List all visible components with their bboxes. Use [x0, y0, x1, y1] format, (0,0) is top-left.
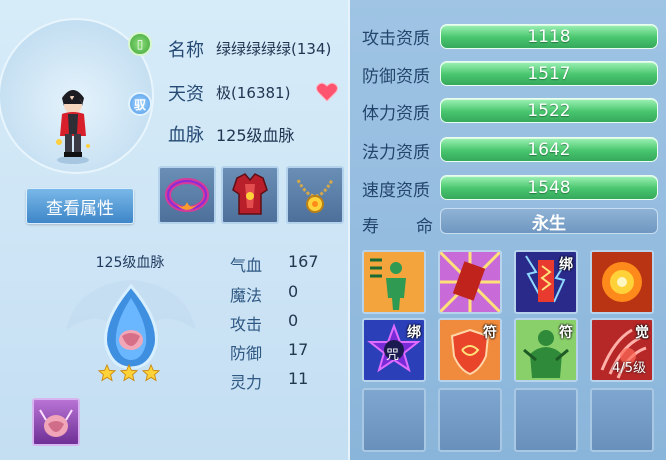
skill-slot-1[interactable]	[362, 250, 426, 314]
defense-aptitude-label: 防御资质	[362, 67, 430, 87]
ride-badge-icon[interactable]: 驭	[128, 92, 152, 116]
fire-vortex-skill-icon	[592, 252, 652, 312]
skill-bind-tag: 绑	[407, 325, 421, 341]
skill-rune-tag: 符	[483, 325, 497, 341]
skill-slot-5[interactable]: 咒 绑	[362, 318, 426, 382]
talent-value: 极(16381)	[216, 84, 291, 102]
stat-spirit-label: 灵力	[230, 373, 263, 392]
skill-slot-7[interactable]: 符	[514, 318, 578, 382]
stamina-aptitude-label: 体力资质	[362, 104, 430, 124]
collar-icon	[165, 178, 209, 212]
star-icon	[142, 364, 160, 382]
skill-awaken-tag: 觉	[635, 325, 649, 341]
stat-hp-label: 气血	[230, 256, 263, 275]
bloodline-value: 125级血脉	[216, 126, 295, 145]
equipment-slot-collar[interactable]	[158, 166, 216, 224]
talent-label: 天资	[168, 84, 204, 105]
skill-awaken-level: 4/5级	[612, 361, 646, 376]
skill-slot-4[interactable]	[590, 250, 654, 314]
magic-aptitude-bar: 1642	[440, 137, 658, 162]
skill-slot-3[interactable]: 绑	[514, 250, 578, 314]
skill-slot-empty-3[interactable]	[514, 388, 578, 452]
green-figure-skill-icon	[364, 252, 424, 312]
stat-spirit-value: 11	[288, 369, 309, 388]
attack-aptitude-label: 攻击资质	[362, 29, 430, 49]
pet-character-sprite	[56, 90, 90, 164]
skill-slot-2[interactable]	[438, 250, 502, 314]
stat-hp-value: 167	[288, 252, 319, 271]
name-label: 名称	[168, 40, 204, 61]
necklace-icon	[296, 179, 334, 213]
skill-slot-empty-2[interactable]	[438, 388, 502, 452]
stat-mp-value: 0	[288, 282, 299, 301]
attack-aptitude-bar: 1118	[440, 24, 658, 49]
speed-aptitude-bar: 1548	[440, 175, 658, 200]
bloodline-item-slot[interactable]	[32, 398, 80, 446]
muscle-torso-icon	[39, 409, 73, 437]
armor-icon	[232, 173, 268, 215]
view-attributes-button[interactable]: 查看属性	[26, 188, 134, 224]
lifespan-label-2: 命	[416, 217, 433, 237]
skill-slot-empty-1[interactable]	[362, 388, 426, 452]
magic-aptitude-label: 法力资质	[362, 143, 430, 163]
stat-defense-label: 防御	[230, 344, 263, 363]
equipment-slot-necklace[interactable]	[286, 166, 344, 224]
skill-bind-tag: 绑	[559, 257, 573, 273]
stamina-aptitude-bar: 1522	[440, 98, 658, 123]
lifespan-label-1: 寿	[362, 217, 379, 237]
speed-aptitude-label: 速度资质	[362, 181, 430, 201]
pet-type-icon: ▯	[128, 32, 152, 56]
stat-defense-value: 17	[288, 340, 309, 359]
skill-slot-8[interactable]: 觉 4/5级	[590, 318, 654, 382]
favorite-heart-icon[interactable]	[316, 82, 338, 102]
stat-attack-label: 攻击	[230, 315, 263, 334]
bloodline-stars	[98, 364, 160, 382]
stat-attack-value: 0	[288, 311, 299, 330]
scroll-burst-skill-icon	[440, 252, 500, 312]
stat-mp-label: 魔法	[230, 286, 263, 305]
skill-rune-tag: 符	[559, 325, 573, 341]
star-icon	[98, 364, 116, 382]
bloodline-label: 血脉	[168, 125, 204, 146]
skill-slot-empty-4[interactable]	[590, 388, 654, 452]
lifespan-value: 永生	[440, 208, 658, 234]
skill-slot-6[interactable]: 符	[438, 318, 502, 382]
bloodline-section-title: 125级血脉	[95, 255, 165, 271]
name-value: 绿绿绿绿绿(134)	[216, 40, 332, 58]
defense-aptitude-bar: 1517	[440, 61, 658, 86]
curse-glyph: 咒	[386, 348, 400, 363]
star-icon	[120, 364, 138, 382]
equipment-slot-armor[interactable]	[221, 166, 279, 224]
